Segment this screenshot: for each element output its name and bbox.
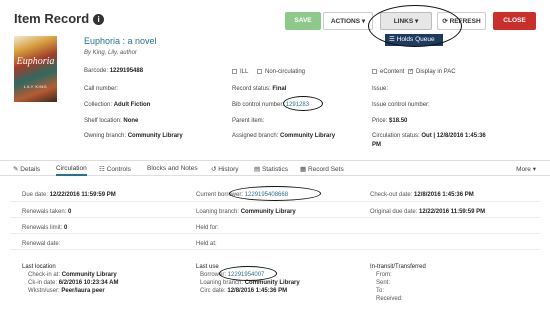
tab-circulation[interactable]: Circulation xyxy=(56,165,87,176)
renewals-taken-field: Renewals taken: 0 xyxy=(22,209,72,215)
actions-button[interactable]: ACTIONS ▾ xyxy=(323,12,373,30)
close-button[interactable]: CLOSE xyxy=(493,12,536,30)
info-icon[interactable]: i xyxy=(93,14,105,25)
loaning-branch-field: Loaning branch: Community Library xyxy=(196,209,296,215)
tab-statistics[interactable]: ▤ Statistics xyxy=(254,165,288,173)
circulation-status-field-cont: PM xyxy=(372,142,381,148)
transit-to-field: To: xyxy=(376,288,385,294)
issue-control-field: Issue control number: xyxy=(372,102,430,108)
transit-from-field: From: xyxy=(376,272,392,278)
last-use-circ-date-field: Circ date: 12/8/2016 1:45:36 PM xyxy=(200,288,288,294)
annotation-oval xyxy=(368,5,462,47)
ill-checkbox[interactable]: ILL xyxy=(232,69,248,75)
cover-title: Euphoria xyxy=(16,56,55,67)
page-title: Item Record i xyxy=(14,11,105,26)
collection-field: Collection: Adult Fiction xyxy=(84,102,151,108)
shelf-location-field: Shelf location: None xyxy=(84,118,139,124)
divider xyxy=(10,217,540,218)
call-number-field: Call number: xyxy=(84,86,119,92)
annotation-oval xyxy=(229,186,321,201)
checkbox-icon xyxy=(232,69,237,74)
econtent-checkbox[interactable]: eContent xyxy=(372,69,404,75)
divider xyxy=(10,249,540,250)
book-title-link[interactable]: Euphoria : a novel xyxy=(84,36,157,46)
tab-history[interactable]: ↺ History xyxy=(211,165,239,173)
circulation-status-field: Circulation status: Out | 12/8/2016 1:45… xyxy=(372,133,486,139)
checkbox-icon xyxy=(257,69,262,74)
parent-item-field: Parent item: xyxy=(232,118,265,124)
checkbox-checked-icon xyxy=(408,69,413,74)
original-due-date-field: Original due date: 12/22/2016 11:59:59 P… xyxy=(370,209,486,215)
tab-more[interactable]: More ▾ xyxy=(516,165,536,173)
transit-sent-field: Sent: xyxy=(376,280,391,286)
held-for-field: Held for: xyxy=(196,225,219,231)
noncirculating-checkbox[interactable]: Non-circulating xyxy=(257,69,305,75)
last-use-loaning-branch-field: Loaning branch: Community Library xyxy=(200,280,300,286)
renewal-date-field: Renewal date: xyxy=(22,241,61,247)
last-location-heading: Last location xyxy=(22,264,56,270)
tab-controls[interactable]: ☷ Controls xyxy=(99,165,131,173)
checkin-at-field: Check-in at: Community Library xyxy=(28,272,117,278)
record-status-field: Record status: Final xyxy=(232,86,287,92)
book-author: By King, Lily, author xyxy=(84,50,137,56)
checkout-date-field: Check-out date: 12/8/2016 1:45:36 PM xyxy=(370,192,474,198)
controls-icon: ☷ xyxy=(99,166,107,173)
statistics-icon: ▤ xyxy=(254,166,262,173)
owning-branch-field: Owning branch: Community Library xyxy=(84,133,183,139)
tab-details[interactable]: ✎ Details xyxy=(13,165,40,173)
wkstn-user-field: Wkstn/user: Peer/laura peer xyxy=(28,288,105,294)
issue-field: Issue: xyxy=(372,86,389,92)
tab-blocks-notes[interactable]: Blocks and Notes xyxy=(147,165,198,172)
annotation-oval xyxy=(283,96,323,111)
record-sets-icon: ▦ xyxy=(300,166,308,173)
tab-record-sets[interactable]: ▦ Record Sets xyxy=(300,165,344,173)
held-at-field: Held at: xyxy=(196,241,217,247)
cover-author: LILY KING xyxy=(23,84,48,89)
annotation-oval xyxy=(219,266,277,281)
ckin-date-field: Ck-in date: 6/2/2016 10:23:34 AM xyxy=(28,280,119,286)
save-button[interactable]: SAVE xyxy=(285,12,321,30)
last-use-heading: Last use xyxy=(196,264,219,270)
divider xyxy=(10,201,540,202)
transit-received-field: Received: xyxy=(376,296,403,302)
assigned-branch-field: Assigned branch: Community Library xyxy=(232,133,336,139)
due-date-field: Due date: 12/22/2016 11:59:59 PM xyxy=(22,192,116,198)
divider xyxy=(10,233,540,234)
renewals-limit-field: Renewals limit: 0 xyxy=(22,225,68,231)
price-field: Price: $18.50 xyxy=(372,118,408,124)
display-in-pac-checkbox[interactable]: Display in PAC xyxy=(408,69,456,75)
in-transit-heading: In-transit/Transferred xyxy=(370,264,426,270)
barcode-field: Barcode: 1229195488 xyxy=(84,68,144,74)
checkbox-icon xyxy=(372,69,377,74)
book-cover: LILY KING Euphoria xyxy=(14,36,57,102)
